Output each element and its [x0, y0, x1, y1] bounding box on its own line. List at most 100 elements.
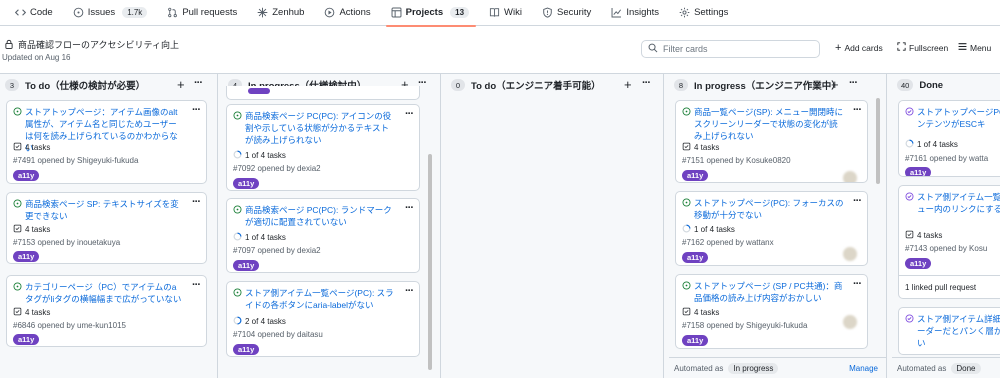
- card-menu-icon[interactable]: ···: [853, 195, 862, 207]
- issue-title-link[interactable]: カテゴリーページ（PC）でアイテムのaタグがliタグの横幅幅まで広がっていない: [25, 281, 184, 305]
- issue-card[interactable]: ストア側アイテム一覧ペのメニュー内のリンクにする 4 tasks #7143 o…: [898, 185, 1000, 299]
- task-count: 1 of 4 tasks: [245, 233, 286, 242]
- progress-ring-icon: [233, 232, 242, 243]
- label-a11y-partial: [248, 88, 270, 94]
- task-list: 4 tasks: [682, 307, 719, 318]
- label-a11y[interactable]: a11y: [682, 170, 709, 181]
- issue-card[interactable]: カテゴリーページ（PC）でアイテムのaタグがliタグの横幅幅まで広がっていない …: [6, 275, 207, 347]
- issue-card[interactable]: 商品検索ページ PC(PC): アイコンの役割や示している状態が分かるテキストが…: [226, 104, 420, 191]
- avatar[interactable]: [843, 315, 857, 329]
- label-a11y[interactable]: a11y: [905, 258, 932, 269]
- issue-card[interactable]: ストアトップページ(PC): フォーカスの移動が十分でない ··· 1 of 4…: [675, 191, 868, 266]
- tab-zenhub[interactable]: Zenhub: [248, 0, 315, 26]
- issue-title-link[interactable]: 商品検索ページ PC(PC): ランドマークが適切に配置されていない: [245, 204, 397, 228]
- card-menu-icon[interactable]: ···: [853, 278, 862, 290]
- label-a11y[interactable]: a11y: [233, 344, 260, 355]
- issue-title-link[interactable]: ストアトップページ (SP / PC共通)：商品価格の読み上げ内容がおかしい: [694, 280, 845, 304]
- label-a11y[interactable]: a11y: [13, 334, 40, 345]
- label-a11y[interactable]: a11y: [905, 167, 932, 176]
- issue-closed-icon: [905, 314, 914, 323]
- tab-insights-label: Insights: [626, 7, 660, 18]
- tab-security[interactable]: Security: [533, 0, 602, 26]
- issue-card[interactable]: ストアトップページ (SP / PC共通)：商品価格の読み上げ内容がおかしい ·…: [675, 274, 868, 349]
- automation-pill: Done: [951, 363, 981, 374]
- issue-title-link[interactable]: 商品検索ページ PC(PC): アイコンの役割や示している状態が分かるテキストが…: [245, 110, 397, 146]
- fullscreen-button[interactable]: Fullscreen: [897, 42, 948, 53]
- task-progress: 1 of 4 tasks: [233, 150, 286, 161]
- card-menu-icon[interactable]: ···: [853, 104, 862, 116]
- add-card-icon[interactable]: +: [831, 77, 839, 92]
- issue-open-icon: [13, 107, 22, 116]
- add-cards-button[interactable]: + Add cards: [835, 42, 883, 54]
- add-card-icon[interactable]: +: [624, 77, 632, 92]
- issue-card-partial[interactable]: [226, 86, 420, 100]
- issue-title-link[interactable]: 商品一覧ページ(SP): メニュー開閉時にスクリーンリーダーで状態の変化が読み上…: [694, 106, 845, 142]
- column-title: Done: [919, 79, 944, 91]
- card-menu-icon[interactable]: ···: [192, 279, 201, 291]
- label-a11y[interactable]: a11y: [682, 335, 709, 346]
- add-card-icon[interactable]: +: [177, 77, 185, 92]
- issue-card[interactable]: 商品検索ページ SP: テキストサイズを変更できない ··· 4 tasks #…: [6, 192, 207, 264]
- column-scrollbar[interactable]: [428, 154, 432, 370]
- column-title: To do（仕様の検討が必要）: [25, 81, 146, 92]
- task-count: 4 tasks: [25, 225, 51, 234]
- checklist-icon: [13, 142, 22, 153]
- tab-wiki[interactable]: Wiki: [480, 0, 533, 26]
- tab-actions[interactable]: Actions: [315, 0, 381, 26]
- column-title: To do（エンジニア着手可能）: [471, 81, 601, 92]
- card-menu-icon[interactable]: ···: [405, 285, 414, 297]
- column-header: 40 Done: [892, 74, 1000, 96]
- tab-pull-requests[interactable]: Pull requests: [158, 0, 248, 26]
- issue-title-link[interactable]: ストア側アイテム一覧ペのメニュー内のリンクにする: [917, 191, 1000, 215]
- column-scrollbar[interactable]: [876, 98, 880, 184]
- tab-code[interactable]: Code: [6, 0, 64, 26]
- label-a11y[interactable]: a11y: [233, 260, 260, 271]
- issue-meta: #7143 opened by Kosu: [905, 244, 988, 253]
- issue-card[interactable]: ストア側アイテム一覧ページ(PC): スライドの各ボタンにaria-labelが…: [226, 281, 420, 357]
- issues-count-badge: 1.7k: [122, 7, 148, 18]
- linked-pull-request[interactable]: 1 linked pull request: [905, 283, 976, 292]
- table-icon: [391, 7, 402, 18]
- checklist-icon: [905, 230, 914, 241]
- label-a11y[interactable]: a11y: [233, 178, 260, 189]
- avatar[interactable]: [843, 171, 857, 182]
- issue-card[interactable]: ストア側アイテム詳細ペーンリーダーだとパンく層か分からない: [898, 307, 1000, 355]
- task-progress: 1 of 4 tasks: [905, 139, 958, 150]
- card-menu-icon[interactable]: ···: [405, 108, 414, 120]
- issue-title-link[interactable]: ストア側アイテム詳細ペーンリーダーだとパンく層か分からない: [917, 313, 1000, 349]
- card-menu-icon[interactable]: ···: [405, 202, 414, 214]
- lock-icon: [4, 39, 14, 51]
- issue-card[interactable]: 商品一覧ページ(SP): メニュー開閉時にスクリーンリーダーで状態の変化が読み上…: [675, 100, 868, 183]
- tab-projects[interactable]: Projects 13: [382, 0, 480, 27]
- manage-automation-link[interactable]: Manage: [849, 364, 878, 373]
- issue-title-link[interactable]: ストア側アイテム一覧ページ(PC): スライドの各ボタンにaria-labelが…: [245, 287, 397, 311]
- tab-settings-label: Settings: [694, 7, 729, 18]
- issue-title-link[interactable]: ストアトップページ(PC): フォーカスの移動が十分でない: [694, 197, 845, 221]
- filter-cards-input[interactable]: Filter cards: [641, 40, 820, 58]
- issue-card[interactable]: ストアトップページ：アイテム画像のalt属性が、アイテム名と同じためユーザーは何…: [6, 100, 207, 184]
- issue-closed-icon: [905, 192, 914, 201]
- card-menu-icon[interactable]: ···: [192, 104, 201, 116]
- issue-card[interactable]: 商品検索ページ PC(PC): ランドマークが適切に配置されていない ··· 1…: [226, 198, 420, 273]
- label-a11y[interactable]: a11y: [682, 252, 709, 263]
- issue-closed-icon: [905, 107, 914, 116]
- menu-button[interactable]: Menu: [958, 42, 991, 53]
- progress-ring-icon: [682, 224, 691, 235]
- column-menu-icon[interactable]: ···: [194, 77, 203, 89]
- label-a11y[interactable]: a11y: [13, 251, 40, 262]
- issue-title-link[interactable]: ストアトップページPCれるコンテンツがESCキ: [917, 106, 1000, 130]
- column-menu-icon[interactable]: ···: [642, 77, 651, 89]
- column-count-badge: 3: [5, 79, 19, 91]
- shield-icon: [542, 7, 553, 18]
- card-menu-icon[interactable]: ···: [192, 196, 201, 208]
- column-menu-icon[interactable]: ···: [849, 77, 858, 89]
- label-a11y[interactable]: a11y: [13, 170, 40, 181]
- tab-issues[interactable]: Issues 1.7k: [64, 0, 159, 26]
- issue-card[interactable]: ストアトップページPCれるコンテンツがESCキ 1 of 4 tasks #71…: [898, 100, 1000, 177]
- tab-settings[interactable]: Settings: [670, 0, 739, 26]
- issue-title-link[interactable]: 商品検索ページ SP: テキストサイズを変更できない: [25, 198, 184, 222]
- avatar[interactable]: [843, 247, 857, 261]
- progress-ring-icon: [905, 139, 914, 150]
- tab-insights[interactable]: Insights: [602, 0, 670, 26]
- repo-nav: Code Issues 1.7k Pull requests Zenhub Ac…: [0, 0, 1000, 27]
